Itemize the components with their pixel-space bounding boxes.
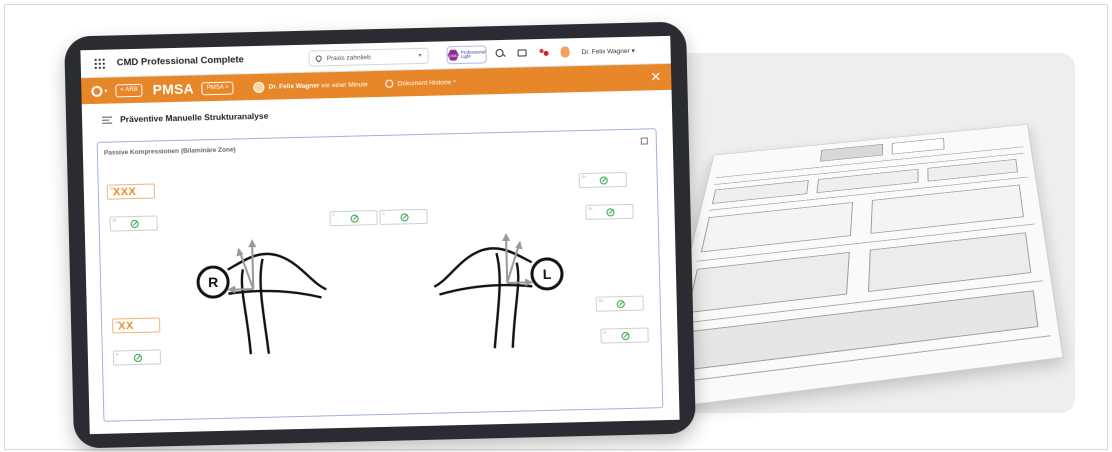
left-joint-diagram: L: [433, 232, 564, 349]
ok-icon: [616, 300, 625, 309]
close-icon[interactable]: ✕: [650, 69, 661, 85]
finding-field[interactable]: Dc XX: [111, 317, 161, 334]
location-pin-icon: [314, 54, 323, 63]
ok-icon: [599, 176, 608, 185]
finding-field[interactable]: D: [112, 349, 162, 366]
finding-field[interactable]: D: [600, 327, 649, 344]
finding-field[interactable]: Dr: [109, 215, 158, 232]
notes-icon[interactable]: [640, 137, 648, 145]
practice-selector-label: Praxis zahnlieb: [326, 53, 371, 62]
right-side-label: R: [208, 274, 219, 290]
finding-field[interactable]: D+: [578, 171, 627, 189]
ok-icon: [606, 208, 615, 217]
finding-field[interactable]: Dr: [585, 203, 634, 220]
compression-panel: Passive Kompressionen (Bilaminäre Zone) …: [96, 128, 664, 422]
cmd-logo: CMD Professional Light: [446, 45, 487, 65]
section-title: Präventive Manuelle Strukturanalyse: [119, 110, 269, 125]
apps-grid-icon[interactable]: [94, 58, 105, 69]
left-side-label: L: [543, 266, 552, 282]
user-avatar[interactable]: [560, 46, 570, 58]
progress-ring-icon[interactable]: [91, 85, 103, 97]
finding-field[interactable]: Dc: [595, 295, 644, 312]
app-title: CMD Professional Complete: [116, 54, 245, 69]
user-name[interactable]: Dr. Felix Wagner ▾: [581, 46, 635, 55]
logo-hexagon: CMD: [447, 49, 459, 61]
ok-icon: [133, 353, 143, 363]
practice-selector[interactable]: Praxis zahnlieb ▾: [308, 47, 429, 67]
next-module-button[interactable]: PMSA >: [201, 81, 234, 95]
top-bar-actions: Dr. Felix Wagner ▾: [495, 45, 635, 59]
right-joint-diagram: R: [196, 239, 327, 355]
logo-text: Professional Light: [460, 48, 486, 59]
finding-field[interactable]: D+ XXX: [106, 183, 156, 200]
menu-collapse-icon[interactable]: [102, 116, 113, 124]
search-icon[interactable]: [495, 48, 505, 58]
ok-icon: [621, 331, 630, 341]
panel-title: Passive Kompressionen (Bilaminäre Zone): [103, 146, 236, 157]
ok-icon: [350, 214, 359, 223]
document-history-button[interactable]: Dokument Historie ^: [398, 79, 456, 87]
tablet-screen: CMD Professional Complete Praxis zahnlie…: [80, 35, 680, 435]
section-heading: Präventive Manuelle Strukturanalyse: [94, 111, 269, 125]
finding-mark: XXX: [112, 185, 137, 199]
last-edited-by: Dr. Felix Wagner vor einer Minute: [268, 80, 368, 91]
prev-module-button[interactable]: < ARB: [115, 83, 143, 97]
finding-field[interactable]: C: [329, 210, 378, 227]
module-title: PMSA: [152, 80, 195, 98]
finding-field[interactable]: C: [379, 208, 428, 226]
ok-icon: [400, 213, 409, 222]
chevron-down-icon: ▾: [418, 52, 422, 60]
author-avatar: [253, 81, 265, 93]
finding-mark: XX: [118, 320, 134, 333]
tablet-device: CMD Professional Complete Praxis zahnlie…: [64, 21, 696, 449]
ok-icon: [130, 219, 139, 229]
chevron-down-icon[interactable]: ▾: [104, 87, 107, 94]
chat-icon[interactable]: [517, 49, 527, 57]
history-icon[interactable]: [385, 79, 394, 88]
patients-icon[interactable]: [538, 48, 548, 57]
image-frame: CMD Professional Complete Praxis zahnlie…: [4, 4, 1108, 450]
